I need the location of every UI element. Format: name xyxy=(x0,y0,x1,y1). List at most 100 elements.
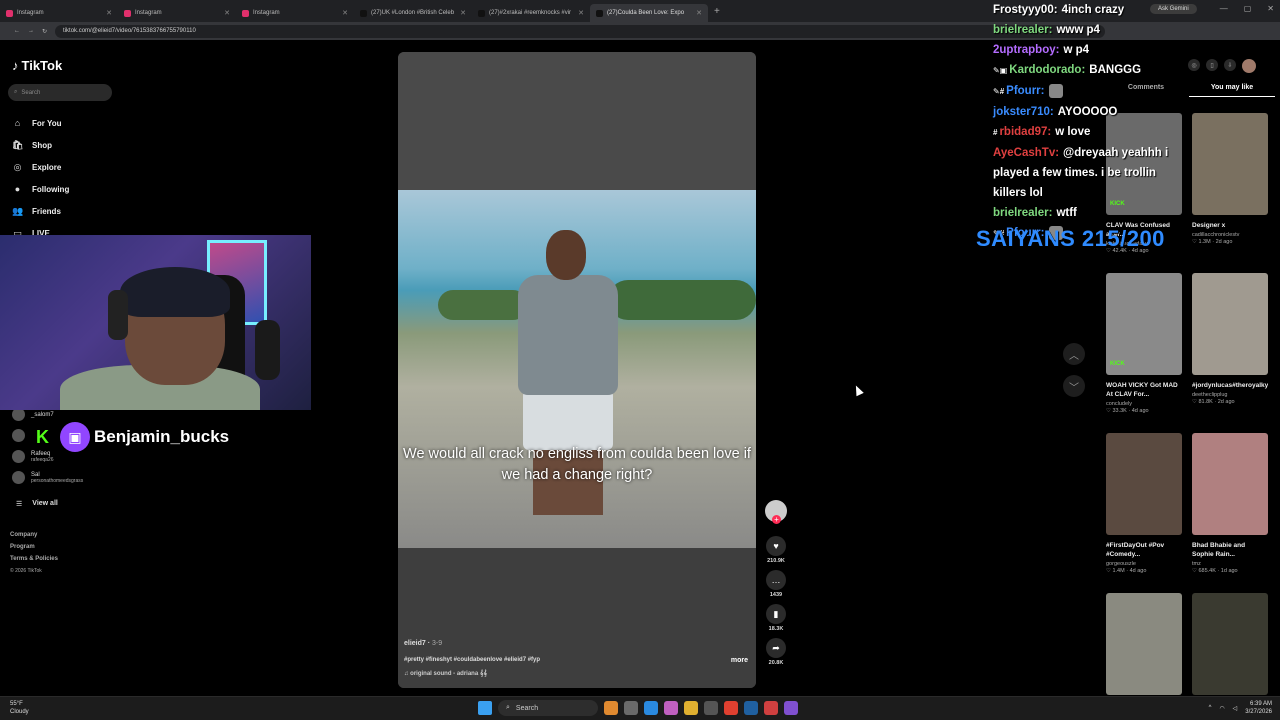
video-author[interactable]: elieid7 · 3-9 xyxy=(404,640,442,647)
windows-start-icon[interactable] xyxy=(478,701,492,715)
bookmark-icon[interactable]: ▮ xyxy=(766,604,786,624)
minimize-icon[interactable]: — xyxy=(1220,4,1228,13)
streamer-badge: K ▣ Benjamin_bucks xyxy=(36,422,229,452)
video-thumbnail[interactable] xyxy=(1192,433,1268,535)
sub-goal-counter: SAIYANS 215/200 xyxy=(976,226,1165,251)
tiktok-logo[interactable]: ♪ TikTok xyxy=(12,58,62,73)
footer-terms[interactable]: Terms & Policies xyxy=(10,556,58,562)
video-thumbnail[interactable] xyxy=(1106,433,1182,535)
card-stats: ♡ 1.4M · 4d ago xyxy=(1106,568,1147,574)
file-explorer-icon[interactable] xyxy=(684,701,698,715)
chevron-down-icon[interactable]: ﹀ xyxy=(1063,375,1085,397)
video-thumbnail[interactable] xyxy=(1192,273,1268,375)
mouse-cursor-icon xyxy=(852,383,864,397)
browser-tab[interactable]: (27)#2xrakai #reemknocks #vir ✕ xyxy=(472,4,590,22)
browser-tab[interactable]: Instagram ✕ xyxy=(118,4,236,22)
chat-message: brielrealer: www p4 xyxy=(993,20,1173,40)
browser-tab[interactable]: Instagram ✕ xyxy=(0,4,118,22)
steam-icon[interactable] xyxy=(744,701,758,715)
close-tab-icon[interactable]: ✕ xyxy=(696,9,702,17)
video-thumbnail[interactable] xyxy=(1192,593,1268,695)
download-icon[interactable]: ⇩ xyxy=(1224,59,1236,71)
following-account[interactable]: Sal personathomeedsgrass xyxy=(12,471,83,484)
video-player[interactable]: We would all crack no engliss from could… xyxy=(398,52,756,688)
browser-tab[interactable]: (27)Coulda Been Love: Expo ✕ xyxy=(590,4,708,22)
view-all-link[interactable]: ☰ View all xyxy=(16,500,58,508)
task-view-icon[interactable] xyxy=(624,701,638,715)
back-icon[interactable]: ← xyxy=(14,28,20,34)
new-tab-icon[interactable]: + xyxy=(708,6,726,17)
tab-you-may-like[interactable]: You may like xyxy=(1189,84,1275,97)
video-thumbnail[interactable] xyxy=(1192,113,1268,215)
close-tab-icon[interactable]: ✕ xyxy=(460,9,466,17)
chrome-icon[interactable] xyxy=(724,701,738,715)
chat-text: 4inch crazy xyxy=(1061,4,1125,16)
video-thumbnail[interactable]: KICK xyxy=(1106,273,1182,375)
tab-favicon-icon xyxy=(478,9,485,17)
like-action[interactable]: ♥ 210.9K xyxy=(766,536,786,564)
edge-icon[interactable] xyxy=(644,701,658,715)
heart-icon[interactable]: ♥ xyxy=(766,536,786,556)
recommended-video-card[interactable]: #FirstDayOut #Pov #Comedy... gorgeouszle ♡… xyxy=(1106,433,1182,593)
save-action[interactable]: ▮ 18.3K xyxy=(766,604,786,632)
weather-widget[interactable]: 55°F Cloudy xyxy=(10,700,29,716)
video-thumbnail[interactable] xyxy=(1106,593,1182,695)
sidebar-item-friends[interactable]: 👥 Friends xyxy=(12,200,69,222)
profile-avatar[interactable] xyxy=(1242,59,1256,73)
comment-action[interactable]: … 1439 xyxy=(766,570,786,598)
forward-icon[interactable]: → xyxy=(28,28,34,34)
clock-time: 6:39 AM xyxy=(1249,701,1272,707)
copilot-icon[interactable] xyxy=(664,701,678,715)
chevron-up-icon[interactable]: ︿ xyxy=(1063,343,1085,365)
video-hashtags[interactable]: #pretty #fineshyt #couldabeenlove #eliei… xyxy=(404,657,540,663)
url-field[interactable]: tiktok.com/@elieid7/video/76153837667557… xyxy=(55,24,1106,38)
comment-icon[interactable]: … xyxy=(766,570,786,590)
device-icon[interactable]: ▯ xyxy=(1206,59,1218,71)
more-button[interactable]: more xyxy=(731,657,748,664)
creator-tools-icon[interactable]: ◎ xyxy=(1188,59,1200,71)
app-icon[interactable] xyxy=(764,701,778,715)
weather-condition: Cloudy xyxy=(10,709,29,715)
sidebar-item-for-you[interactable]: ⌂ For You xyxy=(12,112,69,134)
feed-navigation: ︿ ﹀ xyxy=(1063,343,1085,407)
app-icon[interactable] xyxy=(784,701,798,715)
video-sound[interactable]: ♫ original sound - adriana 𝄞𝄞 xyxy=(404,671,487,678)
streamer-name: Benjamin_bucks xyxy=(94,427,230,446)
footer-company[interactable]: Company xyxy=(10,532,58,538)
recommended-video-card[interactable]: Designer x cadillacchroniclestv ♡ 1.3M · 2… xyxy=(1192,113,1268,273)
recommended-video-card[interactable]: Bhad Bhabie and Sophie Rain... tmz ♡ 685.4… xyxy=(1192,433,1268,593)
recommended-video-card[interactable]: KICK WOAH VICKY Got MAD At CLAV For... con… xyxy=(1106,273,1182,433)
browser-tab[interactable]: Instagram ✕ xyxy=(236,4,354,22)
share-action[interactable]: ➦ 20.8K xyxy=(766,638,786,666)
footer-program[interactable]: Program xyxy=(10,544,58,550)
sidebar-item-shop[interactable]: 🛍 Shop xyxy=(12,134,69,156)
author-avatar[interactable] xyxy=(765,500,787,524)
ask-gemini-button[interactable]: Ask Gemini xyxy=(1150,4,1197,14)
tab-favicon-icon xyxy=(124,9,131,17)
chat-username: rbidad97: xyxy=(999,126,1052,138)
taskbar-app-icon[interactable] xyxy=(604,701,618,715)
wifi-icon[interactable]: ◠ xyxy=(1219,705,1224,712)
clock[interactable]: 6:39 AM 3/27/2026 xyxy=(1245,700,1272,716)
tray-chevron-icon[interactable]: ^ xyxy=(1209,705,1212,711)
sidebar-item-explore[interactable]: ◎ Explore xyxy=(12,156,69,178)
sidebar-item-following[interactable]: ● Following xyxy=(12,178,70,200)
author-name: elieid7 xyxy=(404,640,426,647)
recommended-video-card[interactable]: #jordynlucas#theroyalkylesister#fyp... de… xyxy=(1192,273,1268,433)
close-tab-icon[interactable]: ✕ xyxy=(578,9,584,17)
reload-icon[interactable]: ↻ xyxy=(42,28,47,35)
card-stats: ♡ 685.4K · 1d ago xyxy=(1192,568,1238,574)
close-icon[interactable]: ✕ xyxy=(1267,4,1274,13)
share-icon[interactable]: ➦ xyxy=(766,638,786,658)
maximize-icon[interactable]: ▢ xyxy=(1244,4,1252,13)
search-input[interactable]: ⌕ Search xyxy=(8,84,112,101)
taskbar-search[interactable]: ⌕ Search xyxy=(498,700,598,716)
close-tab-icon[interactable]: ✕ xyxy=(224,9,230,17)
volume-icon[interactable]: ◁ xyxy=(1233,705,1238,712)
browser-tab[interactable]: (27)UK #London #British Celeb ✕ xyxy=(354,4,472,22)
close-tab-icon[interactable]: ✕ xyxy=(342,9,348,17)
close-tab-icon[interactable]: ✕ xyxy=(106,9,112,17)
settings-icon[interactable] xyxy=(704,701,718,715)
account-handle: personathomeedsgrass xyxy=(31,477,84,484)
weather-temp: 55°F xyxy=(10,701,23,707)
